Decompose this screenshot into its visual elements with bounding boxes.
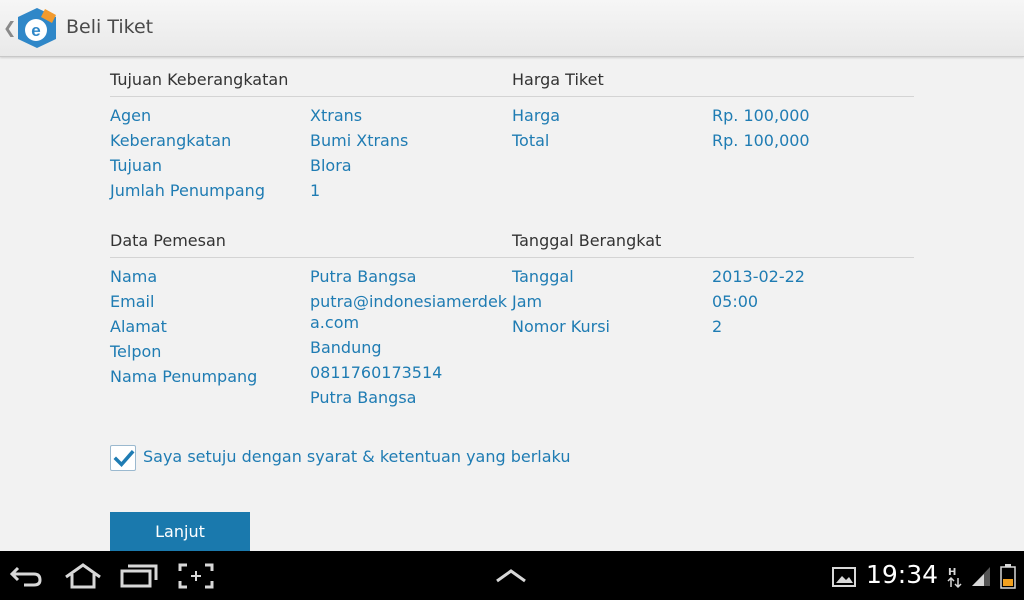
- date-header: Tanggal Berangkat: [512, 231, 662, 250]
- back-icon[interactable]: [8, 564, 44, 588]
- agent-label: Agen: [110, 106, 152, 125]
- departure-header: Tujuan Keberangkatan: [110, 70, 289, 89]
- battery-icon: [1000, 564, 1016, 589]
- destination-label: Tujuan: [110, 156, 163, 175]
- address-value: Bandung: [310, 338, 382, 357]
- divider: [512, 96, 914, 97]
- date-label: Tanggal: [512, 267, 574, 286]
- passenger-name-label: Nama Penumpang: [110, 367, 258, 386]
- price-value: Rp. 100,000: [712, 106, 810, 125]
- booker-header: Data Pemesan: [110, 231, 226, 250]
- email-value: putra@indonesiamerdeka.com: [310, 292, 508, 332]
- time-label: Jam: [512, 292, 543, 311]
- divider: [512, 257, 914, 258]
- app-logo-icon[interactable]: e: [14, 5, 60, 51]
- seat-value: 2: [712, 317, 723, 336]
- app-title: Beli Tiket: [66, 16, 154, 38]
- status-clock: 19:34: [866, 560, 939, 589]
- recent-apps-icon[interactable]: [120, 564, 158, 588]
- passenger-count-label: Jumlah Penumpang: [110, 181, 265, 200]
- total-label: Total: [512, 131, 550, 150]
- name-value: Putra Bangsa: [310, 267, 417, 286]
- address-label: Alamat: [110, 317, 167, 336]
- seat-label: Nomor Kursi: [512, 317, 610, 336]
- departure-label: Keberangkatan: [110, 131, 232, 150]
- agree-text[interactable]: Saya setuju dengan syarat & ketentuan ya…: [143, 447, 570, 466]
- departure-value: Bumi Xtrans: [310, 131, 409, 150]
- checkmark-icon: [113, 450, 135, 468]
- svg-text:H: H: [948, 567, 956, 578]
- passenger-name-value: Putra Bangsa: [310, 388, 417, 407]
- chevron-up-icon[interactable]: [495, 568, 527, 584]
- agent-value: Xtrans: [310, 106, 363, 125]
- ticket-summary: Tujuan Keberangkatan Agen Xtrans Keberan…: [0, 57, 1024, 551]
- passenger-count-value: 1: [310, 181, 321, 200]
- email-label: Email: [110, 292, 155, 311]
- price-header: Harga Tiket: [512, 70, 604, 89]
- date-value: 2013-02-22: [712, 267, 805, 286]
- phone-label: Telpon: [110, 342, 162, 361]
- action-bar: ❮ e Beli Tiket: [0, 0, 1024, 57]
- total-value: Rp. 100,000: [712, 131, 810, 150]
- phone-value: 0811760173514: [310, 363, 443, 382]
- svg-text:e: e: [31, 21, 40, 40]
- divider: [110, 257, 512, 258]
- divider: [110, 96, 512, 97]
- time-value: 05:00: [712, 292, 759, 311]
- signal-icon: [972, 567, 990, 586]
- home-icon[interactable]: [63, 563, 103, 589]
- price-label: Harga: [512, 106, 561, 125]
- destination-value: Blora: [310, 156, 352, 175]
- agree-checkbox[interactable]: [110, 445, 136, 471]
- name-label: Nama: [110, 267, 158, 286]
- gallery-notification-icon[interactable]: [832, 567, 856, 587]
- next-button[interactable]: Lanjut: [110, 512, 250, 551]
- data-hspa-icon: H: [947, 567, 962, 589]
- screenshot-icon[interactable]: [178, 563, 214, 589]
